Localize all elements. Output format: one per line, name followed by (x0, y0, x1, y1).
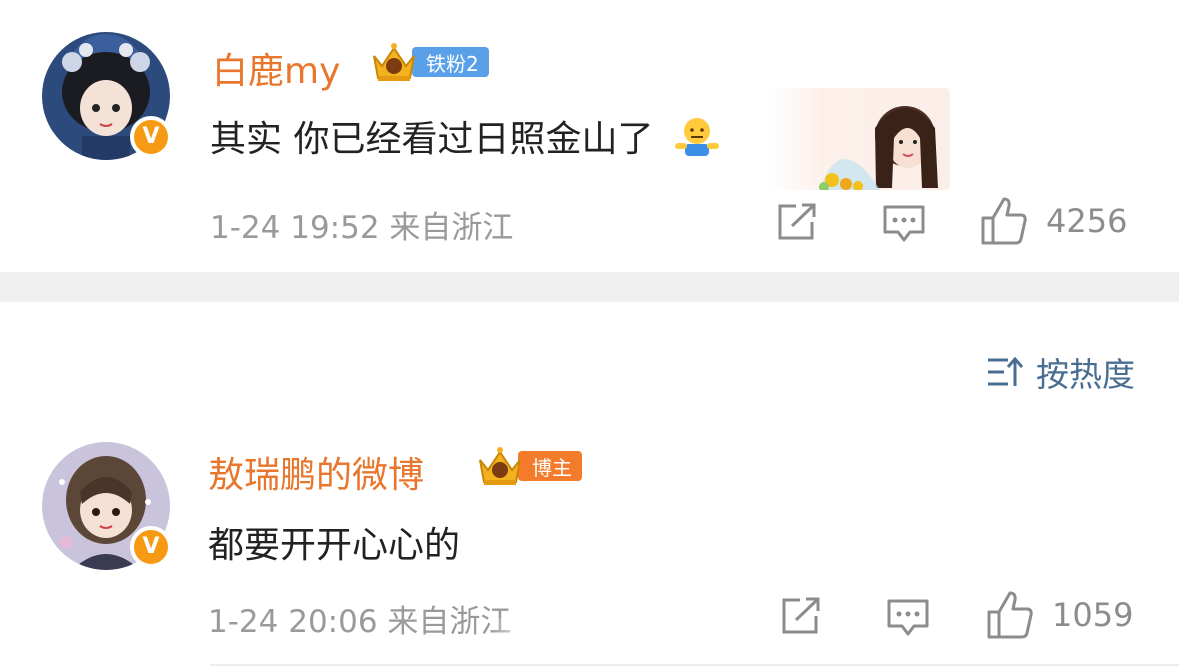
sort-icon (988, 356, 1024, 386)
share-button[interactable] (780, 596, 824, 636)
comment-sticker-image[interactable] (770, 88, 950, 190)
share-button[interactable] (776, 202, 820, 242)
avatar[interactable]: V (42, 442, 172, 570)
author-badge-label: 博主 (518, 451, 582, 481)
share-icon (782, 597, 820, 634)
comment-time: 20:06 (288, 604, 378, 640)
username[interactable]: 敖瑞鹏的微博 (208, 446, 424, 498)
shrug-emoji-icon (673, 115, 721, 168)
watermark-overlay (490, 618, 690, 664)
author-badge[interactable]: 博主 (474, 447, 582, 485)
comment-text-body: 其实 你已经看过日照金山了 (210, 119, 654, 160)
section-divider (0, 272, 1179, 302)
fan-badge-label: 铁粉2 (412, 47, 489, 77)
bottom-divider (210, 664, 1179, 666)
like-count: 1059 (1052, 596, 1134, 634)
username[interactable]: 白鹿my (212, 42, 340, 94)
comment-item: V 白鹿my 铁粉2 其实 你已经看过日照金山了 1-24 19:52 来自浙江… (0, 0, 1179, 272)
avatar[interactable]: V (42, 32, 172, 160)
verified-badge-icon: V (130, 526, 172, 568)
crown-icon (368, 40, 420, 84)
comment-meta: 1-24 19:52 来自浙江 (210, 202, 513, 247)
comment-icon (883, 205, 925, 242)
comment-location: 来自浙江 (389, 210, 514, 246)
comment-time: 19:52 (290, 210, 380, 246)
comment-icon (887, 599, 929, 636)
thumbs-up-icon (987, 591, 1033, 639)
share-icon (778, 203, 816, 240)
sort-toggle[interactable]: 按热度 (986, 348, 1135, 396)
like-button[interactable]: 1059 (986, 590, 1133, 640)
sort-label: 按热度 (1036, 355, 1135, 394)
verified-badge-icon: V (130, 116, 172, 158)
thumbs-up-icon (981, 197, 1027, 245)
comment-date: 1-24 (208, 604, 279, 640)
fan-badge[interactable]: 铁粉2 (368, 43, 489, 81)
comment-meta: 1-24 20:06 来自浙江 (208, 596, 511, 641)
reply-button[interactable] (886, 598, 930, 638)
comment-text: 都要开开心心的 (208, 525, 461, 566)
like-button[interactable]: 4256 (980, 196, 1127, 246)
reply-button[interactable] (882, 204, 926, 244)
like-count: 4256 (1046, 202, 1128, 240)
comment-date: 1-24 (210, 210, 281, 246)
crown-icon (474, 444, 526, 488)
comment-text: 其实 你已经看过日照金山了 (210, 110, 721, 168)
